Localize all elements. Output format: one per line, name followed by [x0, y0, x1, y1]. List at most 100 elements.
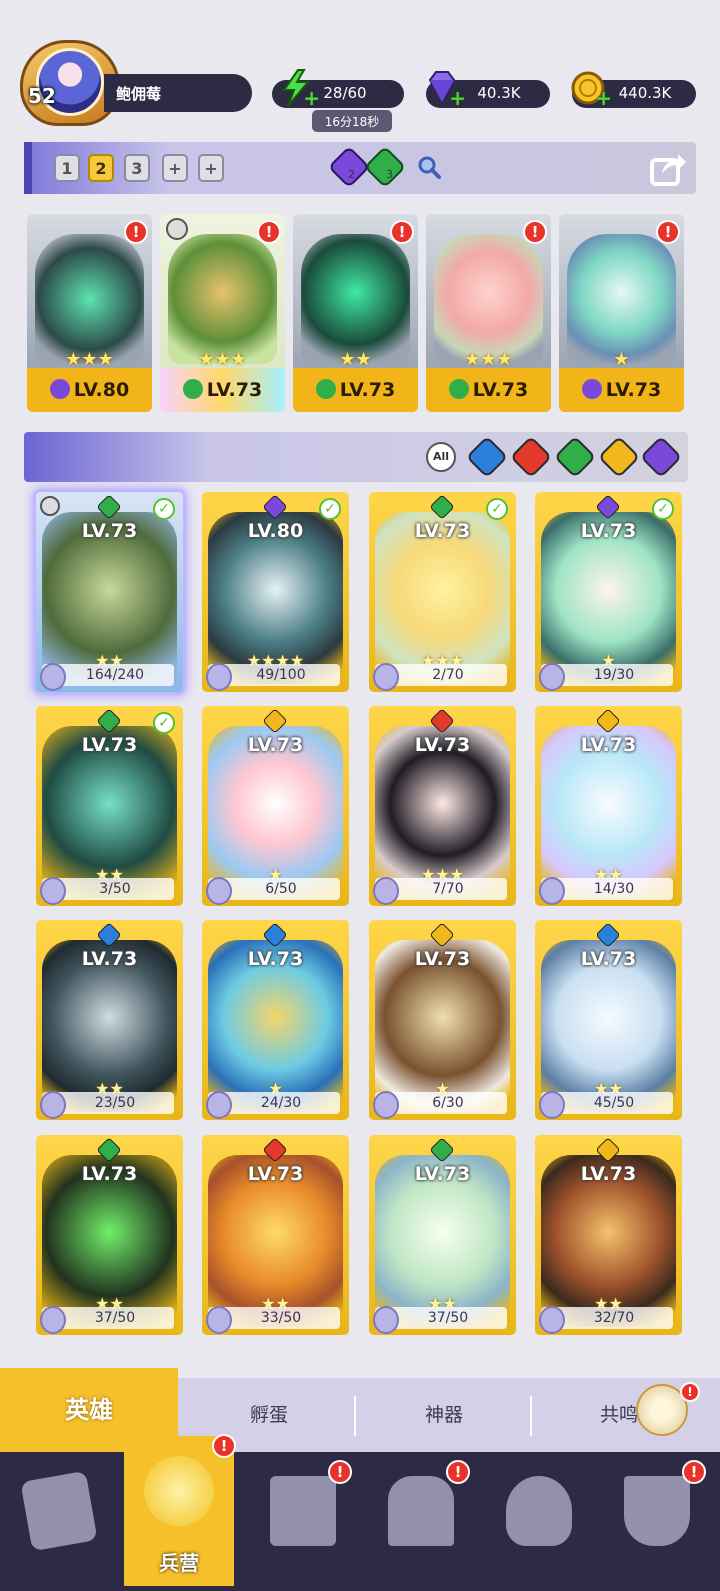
hero-card[interactable]: LV.73 ★★★ 7/70	[369, 706, 516, 906]
hero-card[interactable]: LV.73 ★★ 37/50	[36, 1135, 183, 1335]
hero-fragment-progress: 7/70	[373, 877, 507, 905]
alert-icon: !	[523, 220, 547, 244]
check-icon: ✓	[652, 498, 674, 520]
nav-banner[interactable]: !	[604, 1460, 706, 1574]
team-hero-card[interactable]: ! ★★★ LV.80	[27, 214, 152, 412]
hero-level: LV.73	[81, 948, 138, 970]
nav-map[interactable]: !	[250, 1460, 352, 1574]
hero-card[interactable]: LV.73 ★★ 14/30	[535, 706, 682, 906]
hero-level: LV.73	[81, 520, 138, 542]
team-tab-2[interactable]: 2	[88, 154, 114, 182]
rank-badge-icon	[40, 496, 60, 516]
gem-add-icon[interactable]: +	[449, 86, 466, 110]
team-bar: 1 2 3 + + 2 3	[24, 142, 696, 194]
hero-fragment-progress: 6/50	[206, 877, 340, 905]
team-tab-1[interactable]: 1	[54, 154, 80, 182]
gold-add-icon[interactable]: +	[595, 86, 612, 110]
hero-card[interactable]: LV.73 ★ 24/30	[202, 920, 349, 1120]
tab-artifacts[interactable]: 神器	[358, 1378, 530, 1452]
hero-level: LV.73	[247, 1163, 304, 1185]
team-add-button[interactable]: +	[198, 154, 224, 182]
hero-fragment-progress: 3/50	[40, 877, 174, 905]
hero-card[interactable]: ✓ LV.73 ★ 19/30	[535, 492, 682, 692]
hero-card[interactable]: ✓ LV.73 ★★ 3/50	[36, 706, 183, 906]
nav-castle[interactable]: !	[368, 1460, 470, 1574]
hero-level: LV.73	[580, 1163, 637, 1185]
nav-barracks[interactable]: ! 兵营	[124, 1434, 236, 1586]
bottom-nav: ! 兵营 ! ! !	[0, 1434, 720, 1591]
category-tabs: 英雄 孵蛋 神器 共鸣 !	[0, 1368, 720, 1452]
hero-level: LV.80	[27, 368, 152, 412]
energy-icon[interactable]: +	[276, 68, 320, 110]
search-icon[interactable]	[416, 154, 442, 180]
hero-level: LV.73	[414, 734, 471, 756]
hero-level: LV.73	[414, 520, 471, 542]
nature-element-icon	[448, 379, 469, 399]
hero-level: LV.73	[426, 368, 551, 412]
hero-portrait	[567, 234, 676, 364]
hero-card[interactable]: LV.73 ★★ 37/50	[369, 1135, 516, 1335]
hero-card[interactable]: ✓ LV.80 ★★★★ 49/100	[202, 492, 349, 692]
hero-level: LV.73	[81, 1163, 138, 1185]
hero-fragment-progress: 32/70	[539, 1306, 673, 1334]
barracks-icon	[144, 1456, 214, 1526]
gold-coin-icon[interactable]: +	[568, 68, 612, 110]
energy-add-icon[interactable]: +	[303, 86, 320, 110]
nav-cards[interactable]	[6, 1464, 106, 1574]
alert-icon: !	[328, 1460, 352, 1484]
hero-card[interactable]: LV.73 ★★ 33/50	[202, 1135, 349, 1335]
hero-card[interactable]: LV.73 ★★ 45/50	[535, 920, 682, 1120]
cards-icon	[20, 1470, 98, 1552]
team-add-button[interactable]: +	[162, 154, 188, 182]
hero-fragment-progress: 37/50	[40, 1306, 174, 1334]
hero-portrait	[35, 234, 144, 364]
gem-icon[interactable]: +	[422, 68, 466, 110]
hero-level: LV.73	[580, 734, 637, 756]
filter-fire-icon[interactable]	[509, 435, 553, 479]
hero-card[interactable]: ✓ LV.73 ★★ 164/240	[36, 492, 183, 692]
filter-dark-icon[interactable]	[639, 435, 683, 479]
hero-card[interactable]: LV.73 ★★ 32/70	[535, 1135, 682, 1335]
filter-light-icon[interactable]	[597, 435, 641, 479]
team-hero-card[interactable]: ! ★★★ LV.73	[160, 214, 285, 412]
hero-card[interactable]: LV.73 ★ 6/50	[202, 706, 349, 906]
hero-level: LV.73	[247, 948, 304, 970]
team-hero-card[interactable]: ! ★★★ LV.73	[426, 214, 551, 412]
castle-icon	[388, 1476, 454, 1546]
check-icon: ✓	[153, 498, 175, 520]
nav-barracks-label: 兵营	[159, 1551, 199, 1575]
hero-stars: ★	[613, 349, 630, 370]
hero-fragment-progress: 33/50	[206, 1306, 340, 1334]
alert-icon: !	[656, 220, 680, 244]
hero-level: LV.73	[293, 368, 418, 412]
dark-element-icon	[49, 379, 70, 399]
hero-portrait	[434, 234, 543, 364]
check-icon: ✓	[486, 498, 508, 520]
filter-nature-icon[interactable]	[553, 435, 597, 479]
hero-card[interactable]: LV.73 ★ 6/30	[369, 920, 516, 1120]
dark-element-icon	[581, 379, 602, 399]
hero-card[interactable]: ✓ LV.73 ★★★ 2/70	[369, 492, 516, 692]
filter-all-button[interactable]: All	[426, 442, 456, 472]
hero-fragment-progress: 6/30	[373, 1091, 507, 1119]
team-hero-card[interactable]: ! ★★ LV.73	[293, 214, 418, 412]
alert-icon: !	[390, 220, 414, 244]
hero-fragment-progress: 24/30	[206, 1091, 340, 1119]
hero-fragment-progress: 14/30	[539, 877, 673, 905]
hero-fragment-progress: 19/30	[539, 663, 673, 691]
hero-card[interactable]: LV.73 ★★ 23/50	[36, 920, 183, 1120]
hero-level: LV.73	[580, 948, 637, 970]
team-hero-card[interactable]: ! ★ LV.73	[559, 214, 684, 412]
hero-portrait	[301, 234, 410, 364]
hero-fragment-progress: 37/50	[373, 1306, 507, 1334]
hero-stars: ★★★	[65, 349, 114, 370]
mushroom-icon	[506, 1476, 572, 1546]
nav-guild[interactable]	[486, 1464, 586, 1574]
share-icon[interactable]	[648, 148, 688, 188]
hero-stars: ★★★	[464, 349, 513, 370]
player-name[interactable]: 鲍佣莓	[104, 74, 252, 112]
alert-icon: !	[680, 1382, 700, 1402]
team-tab-3[interactable]: 3	[124, 154, 150, 182]
rank-badge-icon	[166, 218, 188, 240]
filter-water-icon[interactable]	[465, 435, 509, 479]
